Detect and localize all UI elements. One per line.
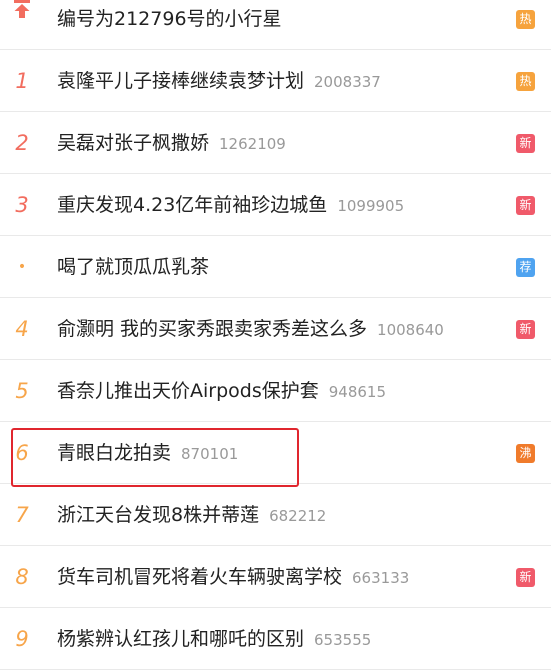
item-title: 浙江天台发现8株并蒂莲 <box>57 504 260 526</box>
rank-number: 8 <box>15 565 29 589</box>
rank-number: 6 <box>15 441 29 465</box>
promoted-dot: • <box>17 259 27 275</box>
rank-number: 5 <box>15 379 29 403</box>
hot-search-row-pinned[interactable]: 编号为212796号的小行星 热 <box>0 0 551 50</box>
pinned-top-icon <box>11 0 33 20</box>
item-count: 663133 <box>352 569 410 587</box>
hot-search-row[interactable]: 2 吴磊对张子枫撒娇 1262109 新 <box>0 112 551 174</box>
item-title: 香奈儿推出天价Airpods保护套 <box>57 380 319 402</box>
hot-badge: 热 <box>516 10 535 29</box>
boil-badge: 沸 <box>516 444 535 463</box>
item-count: 1262109 <box>219 135 286 153</box>
item-title: 货车司机冒死将着火车辆驶离学校 <box>57 566 343 588</box>
hot-search-row[interactable]: 5 香奈儿推出天价Airpods保护套 948615 <box>0 360 551 422</box>
rank-number: 9 <box>15 627 29 651</box>
rank-number: 7 <box>15 503 29 527</box>
item-title: 杨紫辨认红孩儿和哪吒的区别 <box>57 628 305 650</box>
hot-search-list: 编号为212796号的小行星 热 1 袁隆平儿子接棒继续袁梦计划 2008337 … <box>0 0 551 670</box>
hot-badge: 热 <box>516 72 535 91</box>
item-title: 重庆发现4.23亿年前袖珍边城鱼 <box>57 194 328 216</box>
item-count: 653555 <box>314 631 372 649</box>
item-title: 喝了就顶瓜瓜乳茶 <box>57 256 210 278</box>
hot-search-row[interactable]: 3 重庆发现4.23亿年前袖珍边城鱼 1099905 新 <box>0 174 551 236</box>
new-badge: 新 <box>516 134 535 153</box>
item-count: 948615 <box>328 383 386 401</box>
rank-number: 3 <box>15 193 29 217</box>
hot-search-row[interactable]: 7 浙江天台发现8株并蒂莲 682212 <box>0 484 551 546</box>
item-count: 682212 <box>269 507 327 525</box>
item-title: 编号为212796号的小行星 <box>57 8 282 30</box>
new-badge: 新 <box>516 196 535 215</box>
new-badge: 新 <box>516 568 535 587</box>
new-badge: 新 <box>516 320 535 339</box>
hot-search-row-promoted[interactable]: • 喝了就顶瓜瓜乳茶 荐 <box>0 236 551 298</box>
item-count: 1008640 <box>377 321 444 339</box>
rank-number: 1 <box>15 69 29 93</box>
hot-search-row[interactable]: 6 青眼白龙拍卖 870101 沸 <box>0 422 551 484</box>
rank-number: 4 <box>15 317 29 341</box>
item-count: 2008337 <box>314 73 381 91</box>
item-title: 青眼白龙拍卖 <box>57 442 172 464</box>
item-title: 袁隆平儿子接棒继续袁梦计划 <box>57 70 305 92</box>
hot-search-row[interactable]: 9 杨紫辨认红孩儿和哪吒的区别 653555 <box>0 608 551 670</box>
item-count: 1099905 <box>337 197 405 215</box>
item-count: 870101 <box>181 445 239 463</box>
hot-search-row[interactable]: 8 货车司机冒死将着火车辆驶离学校 663133 新 <box>0 546 551 608</box>
hot-search-row[interactable]: 1 袁隆平儿子接棒继续袁梦计划 2008337 热 <box>0 50 551 112</box>
item-title: 俞灏明 我的买家秀跟卖家秀差这么多 <box>57 318 368 340</box>
rank-number: 2 <box>15 131 29 155</box>
item-title: 吴磊对张子枫撒娇 <box>57 132 210 154</box>
recommend-badge: 荐 <box>516 258 535 277</box>
hot-search-row[interactable]: 4 俞灏明 我的买家秀跟卖家秀差这么多 1008640 新 <box>0 298 551 360</box>
